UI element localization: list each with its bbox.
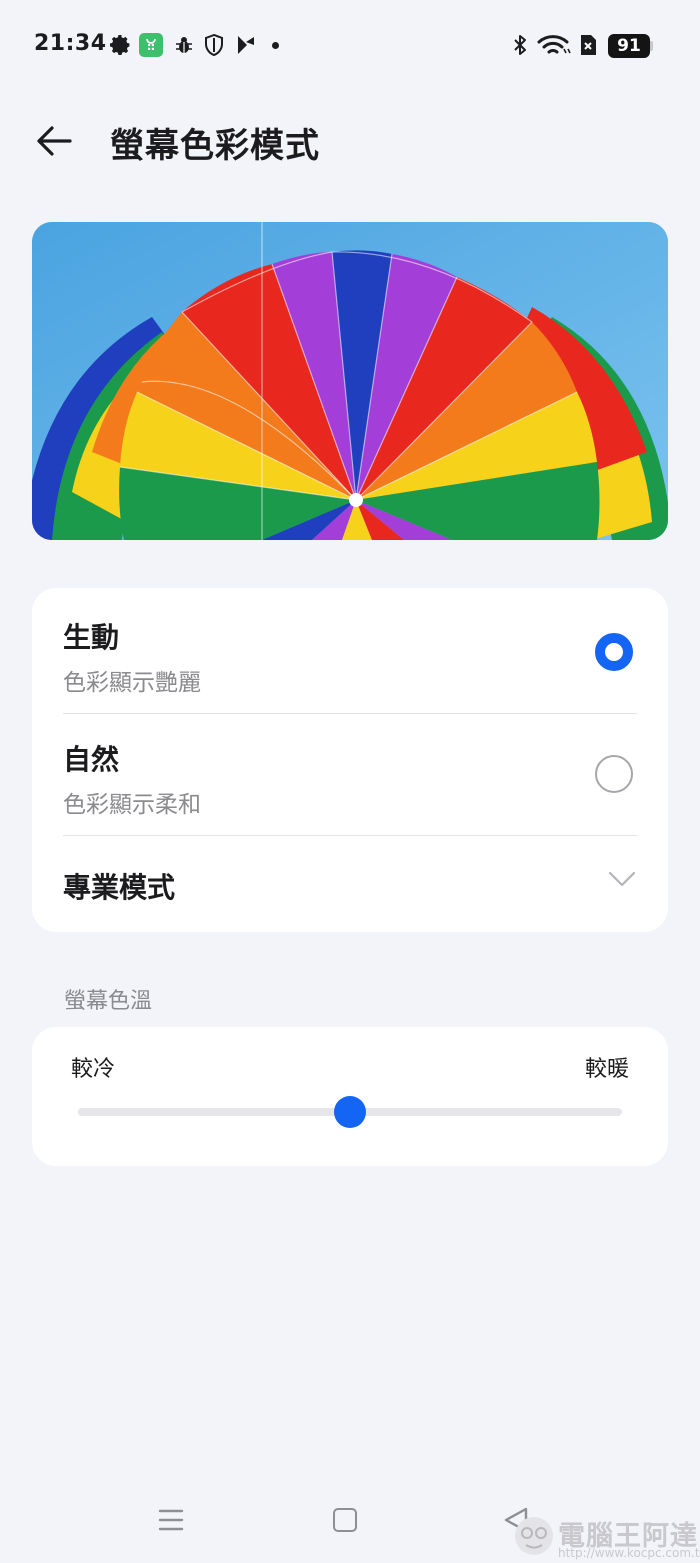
mode-title: 自然 [63, 743, 120, 776]
color-temp-card: 較冷 較暖 [32, 1027, 668, 1166]
parachute-illustration [32, 222, 668, 540]
gear-icon [110, 35, 130, 55]
mode-subtitle: 色彩顯示艷麗 [63, 670, 201, 696]
pro-mode-label: 專業模式 [63, 871, 176, 904]
sim-off-icon [581, 35, 596, 55]
warm-label: 較暖 [584, 1057, 629, 1082]
notification-dot [272, 42, 279, 49]
home-icon[interactable] [333, 1508, 357, 1532]
recent-apps-icon[interactable] [158, 1508, 184, 1532]
watermark-url: http://www.kocpc.com.tw [558, 1546, 700, 1560]
page-title: 螢幕色彩模式 [110, 126, 320, 166]
pro-mode-row[interactable]: 專業模式 [32, 836, 668, 932]
radio-unselected[interactable] [595, 755, 633, 793]
app-store-icon [139, 33, 163, 57]
color-preview-image [32, 222, 668, 540]
mode-option-vivid[interactable]: 生動 色彩顯示艷麗 [32, 588, 668, 713]
back-arrow-icon[interactable] [30, 118, 80, 164]
battery-level: 91 [617, 36, 641, 56]
status-bar: 21:34 91 [0, 0, 700, 92]
wifi-icon [537, 35, 571, 54]
cool-label: 較冷 [71, 1057, 116, 1082]
shield-icon [205, 33, 223, 57]
section-label-color-temp: 螢幕色溫 [64, 989, 153, 1014]
mode-option-natural[interactable]: 自然 色彩顯示柔和 [32, 714, 668, 835]
mode-subtitle: 色彩顯示柔和 [63, 792, 201, 818]
watermark: 電腦王阿達 http://www.kocpc.com.tw [510, 1510, 700, 1563]
bug-icon [176, 37, 192, 53]
battery-icon: 91 [608, 34, 650, 58]
color-temp-slider-thumb[interactable] [334, 1096, 366, 1128]
watermark-mascot-icon [515, 1517, 553, 1555]
battery-tip [650, 41, 653, 51]
mode-title: 生動 [63, 621, 120, 654]
display-mode-card: 生動 色彩顯示艷麗 自然 色彩顯示柔和 專業模式 [32, 588, 668, 932]
screen: 21:34 91 螢幕色彩模式 生動 色彩顯示艷麗 自然 色彩顯示柔和 專業模式… [0, 0, 700, 1563]
status-time: 21:34 [34, 31, 107, 56]
bluetooth-icon [514, 35, 526, 55]
chevron-down-icon[interactable] [608, 870, 636, 888]
radio-selected[interactable] [595, 633, 633, 671]
play-icon [238, 36, 254, 54]
